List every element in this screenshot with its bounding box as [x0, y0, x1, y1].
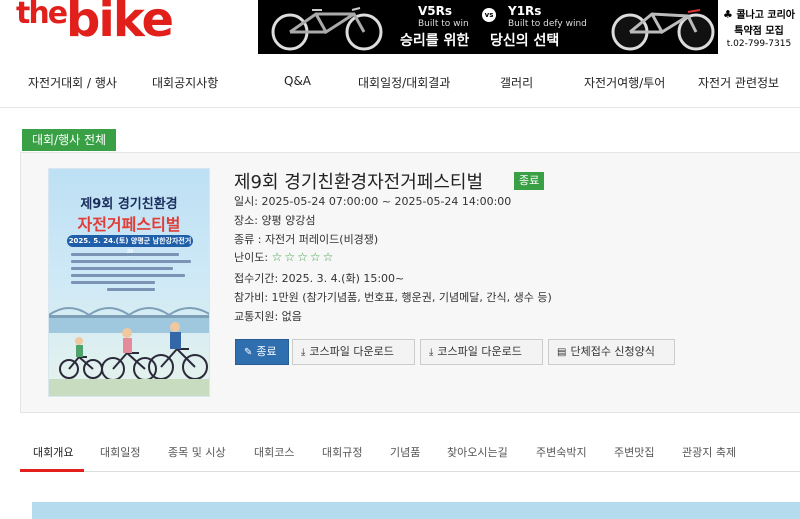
banner-vs-badge: vs — [482, 8, 496, 22]
event-registration: 접수기간: 2025. 3. 4.(화) 15:00~ — [234, 272, 405, 285]
star-rating-icon: ☆☆☆☆☆ — [271, 250, 336, 264]
course-download-label-1: 코스파일 다운로드 — [309, 345, 394, 358]
course-download-button-1[interactable]: ⤓ 코스파일 다운로드 — [292, 339, 415, 365]
event-date: 일시: 2025-05-24 07:00:00 ~ 2025-05-24 14:… — [234, 195, 512, 208]
dealer-name: 콜나고 코리아 — [736, 10, 796, 21]
nav-item-events[interactable]: 자전거대회 / 행사 — [28, 74, 117, 91]
ad-banner[interactable]: V5Rs Built to win 승리를 위한 vs Y1Rs Built t… — [258, 0, 800, 54]
course-download-button-2[interactable]: ⤓ 코스파일 다운로드 — [420, 339, 543, 365]
event-title: 제9회 경기친환경자전거페스티벌 — [234, 172, 484, 193]
download-icon: ⤓ — [429, 347, 434, 358]
main-nav: 자전거대회 / 행사 대회공지사항 Q&A 대회일정/대회결과 갤러리 자전거여… — [0, 56, 800, 108]
poster-date-banner: 2025. 5. 24.(토) 양평군 남한강자전거길 — [67, 235, 193, 257]
tab-souvenir[interactable]: 기념품 — [390, 444, 420, 460]
banner-model-2: Y1Rs — [508, 4, 542, 18]
difficulty-label: 난이도: — [234, 251, 269, 264]
logo-the: the — [16, 0, 68, 31]
status-button[interactable]: ✎ 종료 — [235, 339, 289, 365]
club-icon: ♣ — [722, 8, 733, 21]
event-poster[interactable]: 제9회 경기친환경 자전거페스티벌 2025. 5. 24.(토) 양평군 남한… — [48, 168, 210, 397]
nav-item-notices[interactable]: 대회공지사항 — [152, 74, 218, 91]
event-difficulty: 난이도: ☆☆☆☆☆ — [234, 249, 335, 265]
poster-title-line-2: 자전거페스티벌 — [77, 215, 181, 234]
status-button-label: 종료 — [256, 345, 277, 358]
id-card-icon: ▤ — [557, 347, 567, 358]
event-fee: 참가비: 1만원 (참가기념품, 번호표, 행운권, 기념메달, 간식, 생수 … — [234, 291, 552, 304]
banner-model-1: V5Rs — [418, 4, 453, 18]
nav-item-qna[interactable]: Q&A — [284, 74, 311, 88]
cyclists-illustration — [59, 322, 208, 381]
banner-headline-2: 당신의 선택 — [490, 33, 560, 49]
poster-details-text — [71, 253, 191, 295]
event-transport: 교통지원: 없음 — [234, 310, 302, 323]
tab-categories-awards[interactable]: 종목 및 시상 — [168, 444, 226, 460]
pencil-icon: ✎ — [244, 347, 253, 358]
nav-item-schedule[interactable]: 대회일정/대회결과 — [358, 74, 450, 91]
tt-bike-image — [611, 9, 715, 51]
active-tab-indicator — [20, 469, 84, 472]
nav-item-info[interactable]: 자전거 관련정보 — [698, 74, 779, 91]
road-bike-image — [271, 7, 383, 51]
group-registration-button[interactable]: ▤ 단체접수 신청양식 — [548, 339, 675, 365]
content-area-top — [32, 502, 800, 519]
status-badge: 종료 — [514, 172, 545, 190]
course-download-label-2: 코스파일 다운로드 — [437, 345, 522, 358]
dealer-line-1: ♣ 콜나고 코리아 — [718, 6, 800, 21]
tab-schedule[interactable]: 대회일정 — [100, 444, 140, 460]
nav-item-tour[interactable]: 자전거여행/투어 — [584, 74, 665, 91]
dealer-phone: t.02-799-7315 — [726, 39, 792, 49]
tab-overview[interactable]: 대회개요 — [33, 444, 73, 460]
poster-ground — [49, 379, 209, 396]
event-place: 장소: 양평 양강섬 — [234, 214, 316, 227]
tab-tourism[interactable]: 관광지 축제 — [682, 444, 736, 460]
banner-dealer-box: ♣ 콜나고 코리아 특약점 모집 t.02-799-7315 — [718, 0, 800, 54]
tab-directions[interactable]: 찾아오시는길 — [447, 444, 508, 460]
dealer-line-2: 특약점 모집 — [734, 26, 784, 37]
tab-course[interactable]: 대회코스 — [254, 444, 294, 460]
tab-lodging[interactable]: 주변숙박지 — [536, 444, 587, 460]
event-type: 종류 : 자전거 퍼레이드(비경쟁) — [234, 233, 379, 246]
category-tag[interactable]: 대회/행사 전체 — [22, 129, 117, 151]
tab-restaurants[interactable]: 주변맛집 — [614, 444, 654, 460]
site-header: thebike V5Rs Built to win 승리를 위한 vs Y1Rs… — [0, 0, 800, 56]
group-registration-label: 단체접수 신청양식 — [570, 345, 655, 358]
site-logo[interactable]: thebike — [16, 0, 174, 48]
banner-tagline-2: Built to defy wind — [508, 19, 587, 29]
banner-headline-1: 승리를 위한 — [400, 33, 470, 49]
nav-item-gallery[interactable]: 갤러리 — [500, 74, 533, 91]
download-icon: ⤓ — [301, 347, 306, 358]
banner-tagline-1: Built to win — [418, 19, 469, 29]
poster-title-line-1: 제9회 경기친환경 — [80, 197, 178, 212]
logo-bike: bike — [66, 0, 174, 48]
detail-tabs: 대회개요 대회일정 종목 및 시상 대회코스 대회규정 기념품 찾아오시는길 주… — [20, 432, 800, 472]
tab-rules[interactable]: 대회규정 — [322, 444, 362, 460]
